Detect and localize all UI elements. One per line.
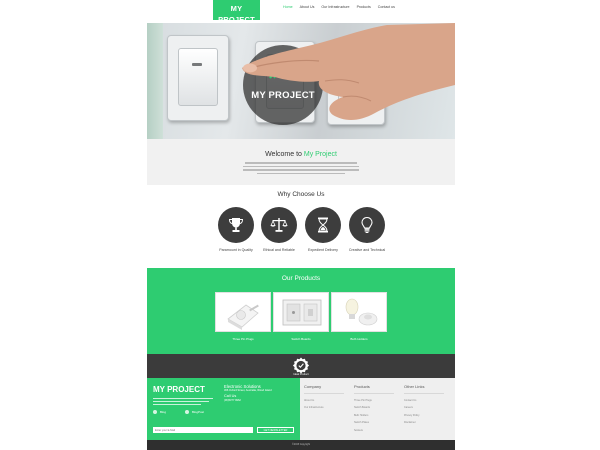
footer-text-line (153, 401, 209, 403)
nav-contact-us[interactable]: Contact us (378, 5, 395, 9)
footer-social-blogpost[interactable]: BlogPost (185, 410, 204, 414)
footer-social-blog[interactable]: Blog (153, 410, 166, 414)
product-label: Three Pin Plugs (232, 337, 254, 341)
plug-icon (227, 304, 259, 330)
feature-label: Creative and Technical (348, 248, 386, 252)
footer-call-label: Call Us (224, 394, 237, 398)
footer-address: 306 Oxford Street, Australia, Wood Islan… (224, 389, 272, 392)
product-switch-boards[interactable]: Switch Boards (273, 292, 329, 341)
footer-link[interactable]: Our Infrastructure (304, 406, 352, 409)
trophy-icon (228, 218, 244, 232)
footer-link[interactable]: Sockets (354, 429, 402, 432)
feature-creative: Creative and Technical (337, 207, 397, 252)
ideal-product-band: Ideal Product (147, 354, 455, 378)
footer-link[interactable]: Three Pin Plugs (354, 399, 402, 402)
lightbulb-icon (361, 216, 373, 233)
footer-logo[interactable]: MY PROJECT (153, 385, 205, 394)
main-nav: Home About Us Our Infrastructure Product… (283, 5, 395, 9)
welcome-section: Welcome to My Project (147, 139, 455, 185)
footer-link[interactable]: Contact Us (404, 399, 452, 402)
footer-text-line (153, 404, 201, 406)
nav-about-us[interactable]: About Us (300, 5, 315, 9)
footer-column-products: Products Three Pin Plugs Switch Boards B… (354, 384, 402, 432)
welcome-text-line (243, 165, 359, 167)
footer-link[interactable]: Switch Plates (354, 421, 402, 424)
footer-contact-panel: MY PROJECT Electronic Solutions 306 Oxfo… (147, 378, 300, 440)
footer-link[interactable]: Privacy Policy (404, 414, 452, 417)
product-three-pin-plugs[interactable]: Three Pin Plugs (215, 292, 271, 341)
copyright-text: ©2015 Copyright (292, 443, 310, 446)
nav-our-infrastructure[interactable]: Our Infrastructure (321, 5, 349, 9)
switch-board-icon (282, 299, 322, 326)
product-label: Switch Boards (291, 337, 311, 341)
hero-banner: MY PROJECT (147, 23, 455, 139)
footer-text-line (153, 398, 213, 400)
hourglass-icon (318, 217, 328, 233)
footer-column-other-links: Other Links Contact Us Careers Privacy P… (404, 384, 452, 424)
logo-title: MY PROJECT (218, 4, 255, 24)
nav-products[interactable]: Products (357, 5, 371, 9)
footer-phone: (06)5377 9962 (224, 399, 241, 402)
products-section: Our Products Three Pin Plugs Switch Boar… (147, 268, 455, 354)
footer-link[interactable]: Disclaimer (404, 421, 452, 424)
footer-column-company: Company About Us Our Infrastructure (304, 384, 352, 409)
social-label: Blog (160, 410, 167, 414)
newsletter-email-input[interactable] (153, 427, 253, 433)
footer-link[interactable]: Bulb Holders (354, 414, 402, 417)
welcome-text-line (257, 172, 345, 174)
product-label: Bulb Holders (350, 337, 368, 341)
balance-scale-icon (270, 218, 288, 232)
ideal-product-label: Ideal Product (293, 373, 309, 376)
welcome-text-line (243, 169, 359, 171)
bottom-bar: ©2015 Copyright (147, 440, 455, 450)
welcome-heading-accent: My Project (303, 151, 337, 158)
why-choose-us-heading: Why Choose Us (277, 191, 325, 198)
website-frame: MY PROJECT Electrical Solutions Home Abo… (147, 0, 455, 450)
footer-column-title: Other Links (404, 384, 425, 389)
newsletter-submit-button[interactable]: GET NEWSLETTER (257, 427, 294, 433)
footer-link[interactable]: Switch Boards (354, 406, 402, 409)
welcome-heading-prefix: Welcome to (265, 151, 304, 158)
nav-home[interactable]: Home (283, 5, 293, 9)
footer-column-title: Company (304, 384, 322, 389)
page: MY PROJECT Electrical Solutions Home Abo… (0, 0, 600, 450)
footer-link[interactable]: About Us (304, 399, 352, 402)
social-label: BlogPost (192, 410, 205, 414)
bulb-holder-icon (345, 298, 378, 326)
site-logo[interactable]: MY PROJECT Electrical Solutions (213, 0, 260, 28)
footer-link[interactable]: Careers (404, 406, 452, 409)
product-bulb-holders[interactable]: Bulb Holders (331, 292, 387, 341)
welcome-heading: Welcome to My Project (147, 151, 455, 158)
welcome-text-line (245, 162, 357, 164)
products-heading: Our Products (281, 275, 321, 282)
footer-column-title: Products (354, 384, 370, 389)
rss-icon (185, 410, 189, 414)
blog-icon (153, 410, 157, 414)
footer-links-panel: Company About Us Our Infrastructure Prod… (300, 378, 455, 440)
hero-hand-image (242, 23, 455, 120)
